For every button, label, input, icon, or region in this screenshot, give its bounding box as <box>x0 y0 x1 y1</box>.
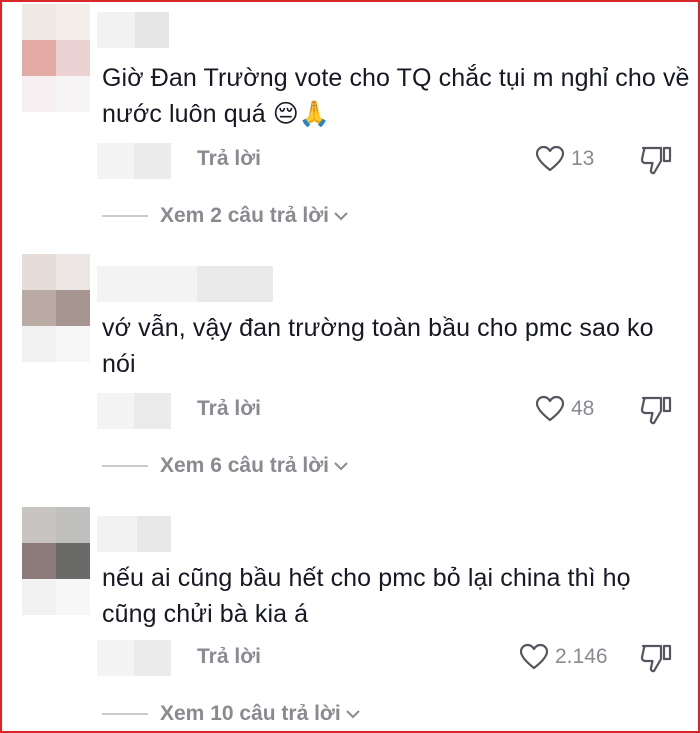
comment-text: Giờ Đan Trường vote cho TQ chắc tụi m ng… <box>102 64 690 128</box>
like-button[interactable]: 48 <box>535 395 594 423</box>
chevron-down-icon <box>345 710 360 719</box>
divider-line <box>102 215 148 217</box>
avatar[interactable] <box>22 254 90 362</box>
like-count: 2.146 <box>555 645 608 668</box>
view-replies-label: Xem 2 câu trả lời <box>160 204 330 227</box>
timestamp <box>97 640 171 676</box>
view-replies-button[interactable]: Xem 10 câu trả lời <box>102 702 361 726</box>
view-replies-label: Xem 10 câu trả lời <box>160 702 341 725</box>
dislike-button[interactable] <box>639 642 673 679</box>
chevron-down-icon <box>334 462 348 471</box>
reply-button[interactable]: Trả lời <box>197 645 261 669</box>
like-button[interactable]: 2.146 <box>519 643 608 671</box>
like-count: 48 <box>571 397 595 420</box>
heart-outline-icon <box>519 643 549 670</box>
comment-text: vớ vẫn, vậy đan trường toàn bầu cho pmc … <box>102 314 654 378</box>
timestamp <box>97 393 171 429</box>
username[interactable] <box>97 266 273 302</box>
username[interactable] <box>97 12 169 48</box>
like-count: 13 <box>571 147 595 170</box>
divider-line <box>102 465 148 467</box>
view-replies-label: Xem 6 câu trả lời <box>160 454 330 477</box>
reply-button[interactable]: Trả lời <box>197 147 261 171</box>
thumbs-down-icon <box>640 146 672 175</box>
reply-button[interactable]: Trả lời <box>197 397 261 421</box>
thumbs-down-icon <box>640 396 672 425</box>
screenshot-frame: Giờ Đan Trường vote cho TQ chắc tụi m ng… <box>0 0 700 733</box>
username[interactable] <box>97 516 171 552</box>
avatar[interactable] <box>22 507 90 615</box>
heart-outline-icon <box>535 145 565 172</box>
dislike-button[interactable] <box>639 144 673 181</box>
chevron-down-icon <box>334 212 348 221</box>
thumbs-down-icon <box>640 644 672 673</box>
dislike-button[interactable] <box>639 394 673 431</box>
comment-text: nếu ai cũng bầu hết cho pmc bỏ lại china… <box>102 564 631 628</box>
view-replies-button[interactable]: Xem 6 câu trả lời <box>102 454 349 478</box>
timestamp <box>97 143 171 179</box>
avatar[interactable] <box>22 4 90 112</box>
like-button[interactable]: 13 <box>535 145 594 173</box>
heart-outline-icon <box>535 395 565 422</box>
view-replies-button[interactable]: Xem 2 câu trả lời <box>102 204 349 228</box>
divider-line <box>102 713 148 715</box>
